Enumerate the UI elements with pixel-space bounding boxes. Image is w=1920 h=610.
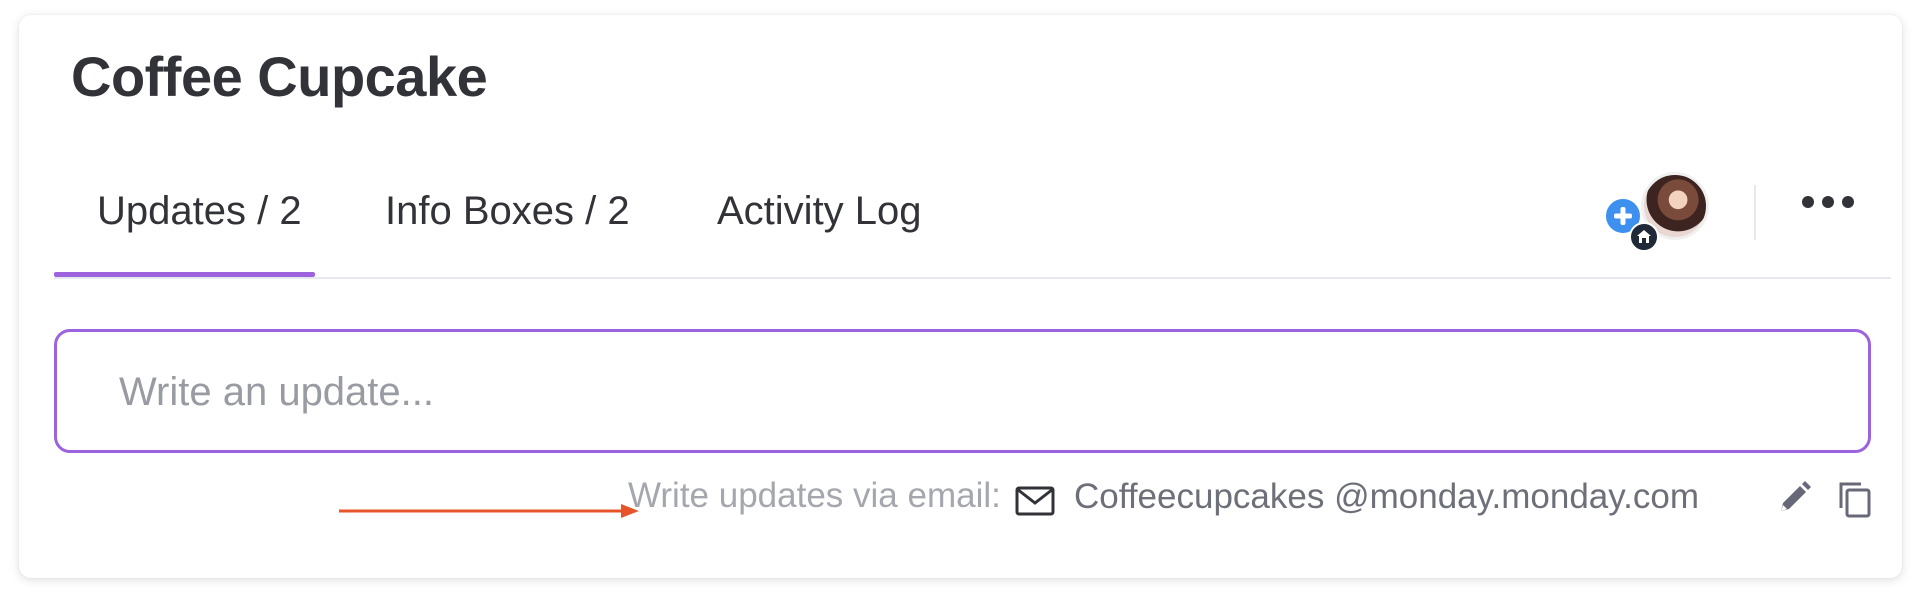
tab-activity-log[interactable]: Activity Log <box>717 191 922 231</box>
item-title[interactable]: Coffee Cupcake <box>71 49 488 105</box>
envelope-icon <box>1015 486 1055 516</box>
pencil-icon[interactable] <box>1776 480 1812 516</box>
email-address[interactable]: Coffeecupcakes @monday.monday.com <box>1074 479 1699 514</box>
item-card: Coffee Cupcake Updates / 2 Info Boxes / … <box>19 15 1902 578</box>
subscribers[interactable] <box>1604 167 1714 257</box>
update-input[interactable]: Write an update... <box>54 329 1871 453</box>
tabs-divider <box>54 277 1891 279</box>
email-updates-label: Write updates via email: <box>628 476 1001 515</box>
tab-info-boxes[interactable]: Info Boxes / 2 <box>385 191 630 231</box>
copy-icon[interactable] <box>1835 480 1875 520</box>
home-icon <box>1629 222 1659 252</box>
arrow-icon <box>339 504 639 518</box>
update-placeholder: Write an update... <box>119 370 434 414</box>
more-dots-icon[interactable] <box>1798 187 1858 217</box>
tab-updates[interactable]: Updates / 2 <box>97 191 302 231</box>
toolbar-divider <box>1754 185 1756 240</box>
